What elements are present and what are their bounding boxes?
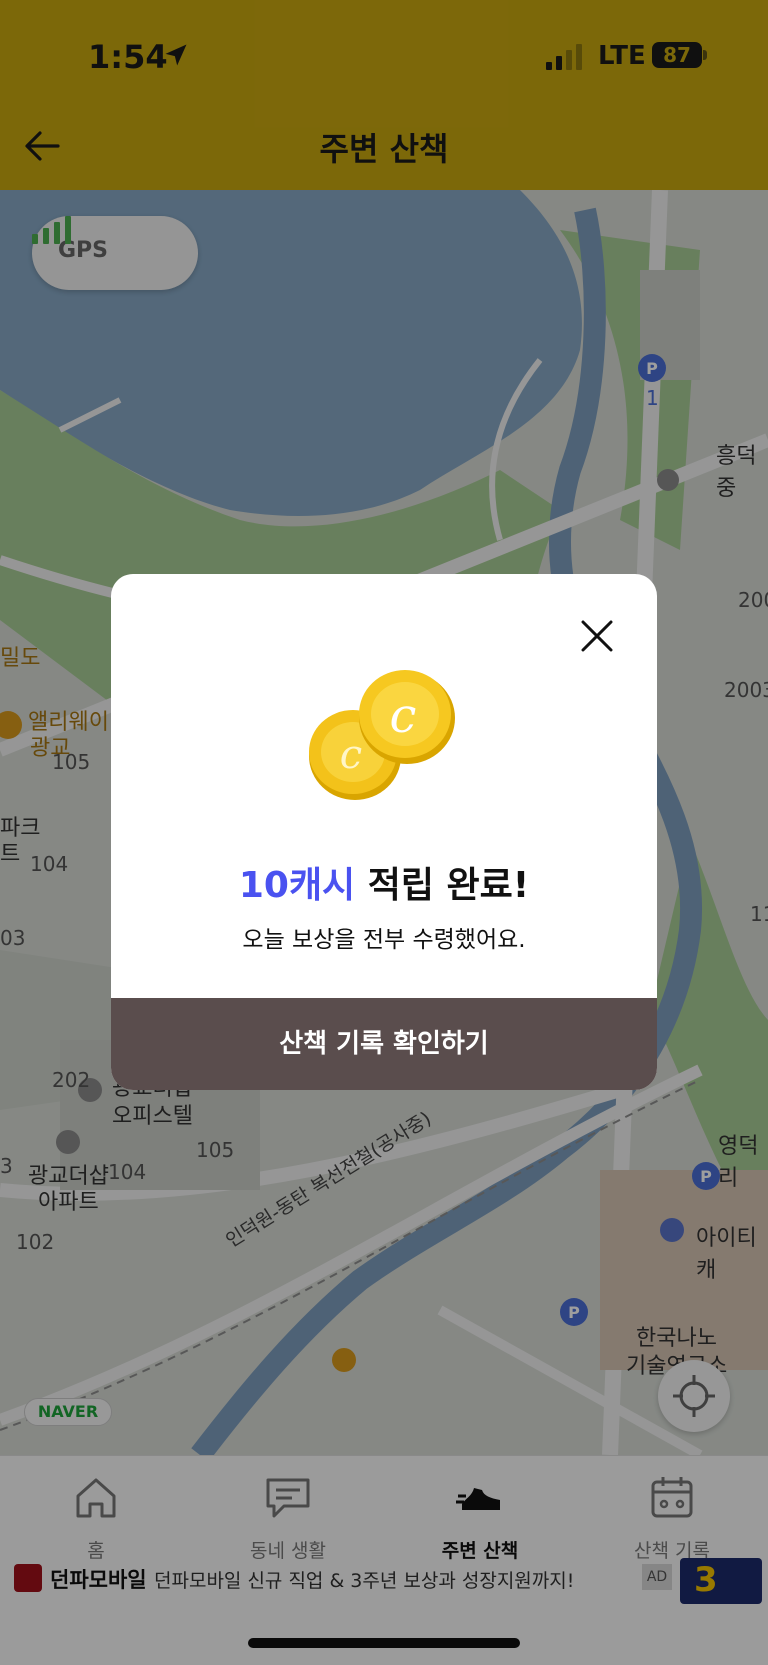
coins-icon: c c <box>309 670 455 800</box>
reward-modal: c c 10캐시 적립 완료! 오늘 보상을 전부 수령했어요. 산책 기록 확… <box>111 574 657 1090</box>
reward-amount: 10캐시 <box>238 865 356 906</box>
reward-subtitle: 오늘 보상을 전부 수령했어요. <box>242 927 526 953</box>
close-icon[interactable] <box>579 618 615 654</box>
reward-headline: 10캐시 적립 완료! <box>111 856 657 908</box>
view-walk-log-button[interactable]: 산책 기록 확인하기 <box>111 998 657 1090</box>
svg-text:c: c <box>340 732 362 778</box>
reward-headline-text: 적립 완료! <box>355 865 530 906</box>
svg-text:c: c <box>390 688 417 744</box>
